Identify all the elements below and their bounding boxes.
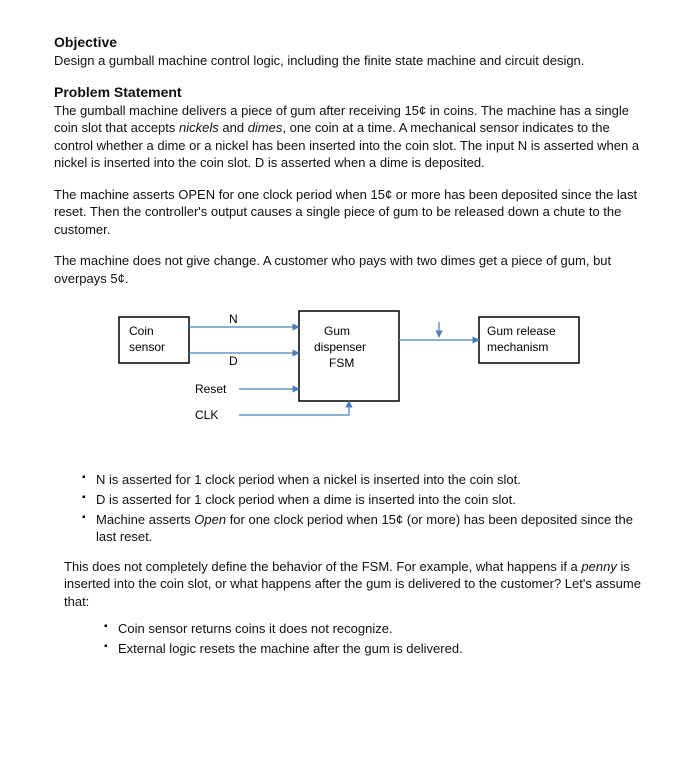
block-diagram-figure: Coin sensor Gum dispenser FSM Gum releas… <box>54 307 644 447</box>
text-italic-nickels: nickels <box>179 120 219 135</box>
signal-clk-wire <box>239 401 349 415</box>
text-italic-dimes: dimes <box>248 120 283 135</box>
list-item: External logic resets the machine after … <box>104 640 644 658</box>
gum-release-label-2: mechanism <box>487 340 548 354</box>
signal-n-label: N <box>229 312 238 326</box>
problem-statement-heading: Problem Statement <box>54 84 644 100</box>
list-item: Coin sensor returns coins it does not re… <box>104 620 644 638</box>
specification-list: N is asserted for 1 clock period when a … <box>54 471 644 545</box>
signal-clk-label: CLK <box>195 408 218 422</box>
list-item: D is asserted for 1 clock period when a … <box>82 491 644 509</box>
fsm-label-3: FSM <box>329 356 354 370</box>
text-fragment: Machine asserts <box>96 512 194 527</box>
assumption-list: Coin sensor returns coins it does not re… <box>54 620 644 657</box>
list-item: Machine asserts Open for one clock perio… <box>82 511 644 546</box>
objective-body: Design a gumball machine control logic, … <box>54 52 644 70</box>
signal-reset-label: Reset <box>195 382 227 396</box>
problem-statement-p1: The gumball machine delivers a piece of … <box>54 102 644 172</box>
text-italic-penny: penny <box>581 559 616 574</box>
problem-statement-p3: The machine does not give change. A cust… <box>54 252 644 287</box>
gum-release-label-1: Gum release <box>487 324 556 338</box>
text-fragment: This does not completely define the beha… <box>64 559 581 574</box>
fsm-label-2: dispenser <box>314 340 366 354</box>
behavior-intro: This does not completely define the beha… <box>64 558 644 611</box>
document-page: Objective Design a gumball machine contr… <box>0 0 698 772</box>
text-italic-open: Open <box>194 512 226 527</box>
text-fragment: and <box>219 120 248 135</box>
fsm-block-diagram: Coin sensor Gum dispenser FSM Gum releas… <box>99 307 599 447</box>
objective-heading: Objective <box>54 34 644 50</box>
coin-sensor-label-2: sensor <box>129 340 165 354</box>
fsm-label-1: Gum <box>324 324 350 338</box>
problem-statement-p2: The machine asserts OPEN for one clock p… <box>54 186 644 239</box>
list-item: N is asserted for 1 clock period when a … <box>82 471 644 489</box>
signal-d-label: D <box>229 354 238 368</box>
coin-sensor-label-1: Coin <box>129 324 154 338</box>
